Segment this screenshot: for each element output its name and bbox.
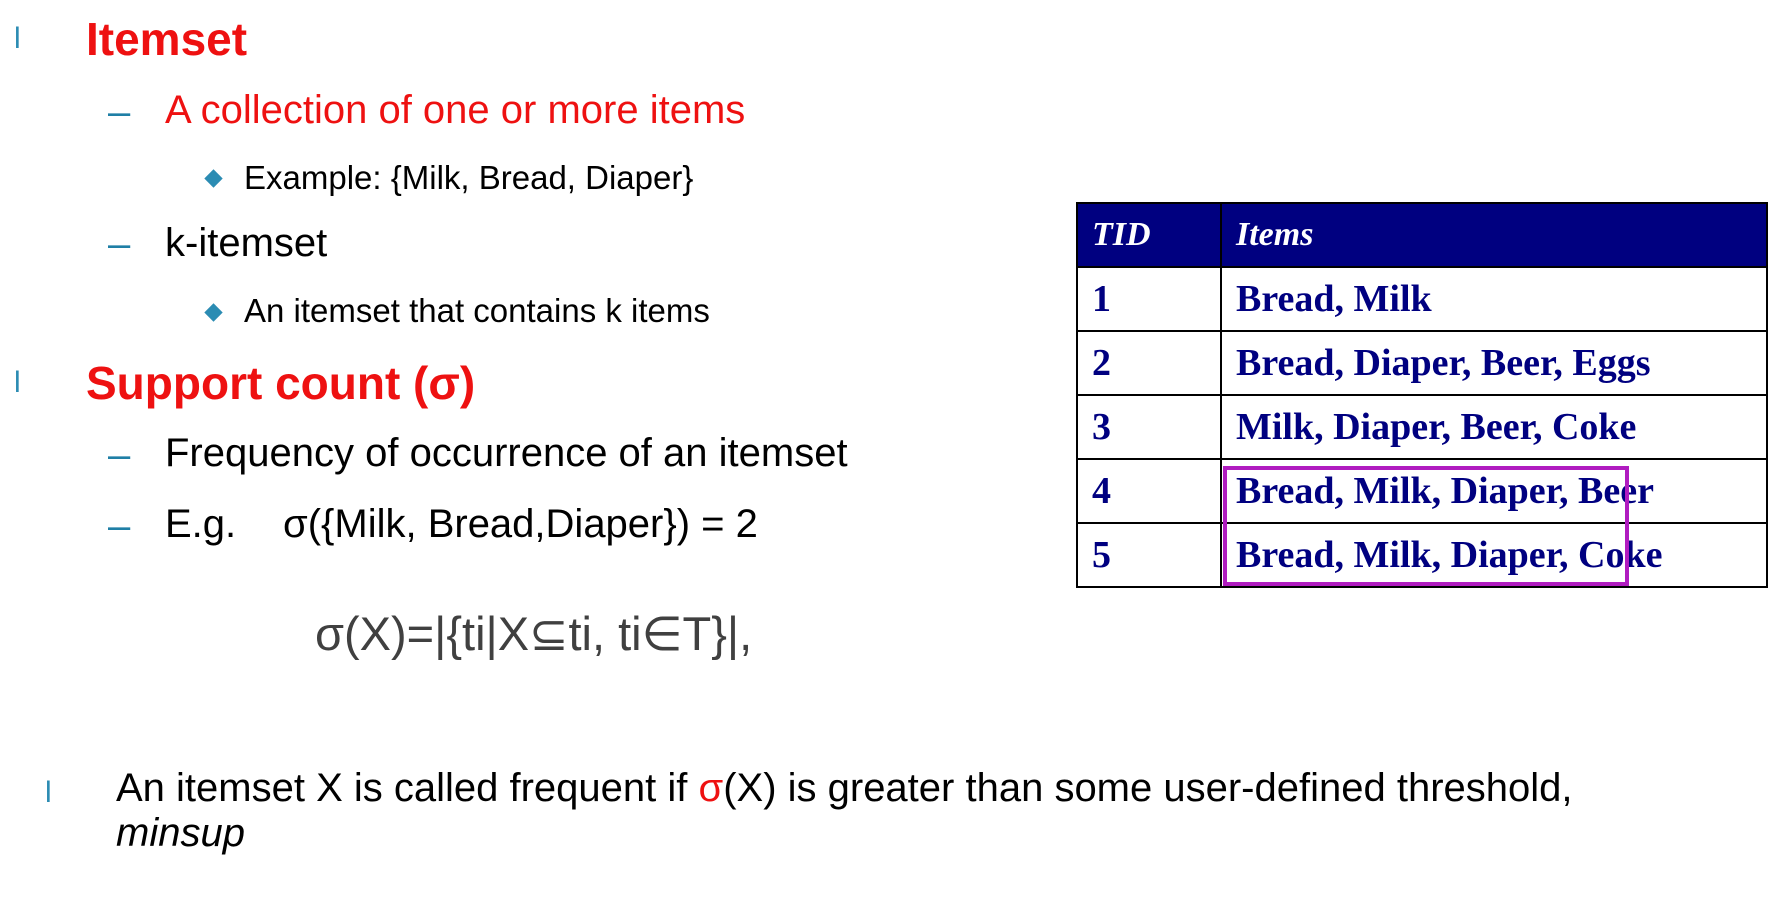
tid-cell: 4 — [1076, 458, 1222, 524]
items-cell: Bread, Milk — [1220, 266, 1768, 332]
items-cell: Milk, Diaper, Beer, Coke — [1220, 394, 1768, 460]
items-cell: Bread, Milk, Diaper, Coke — [1220, 522, 1768, 588]
bullet-marker: l — [14, 22, 21, 55]
diamond-bullet-icon — [204, 169, 223, 188]
k-itemset-label: k-itemset — [165, 221, 328, 265]
tid-cell: 3 — [1076, 394, 1222, 460]
column-header-tid: TID — [1076, 202, 1222, 268]
minsup-term: minsup — [116, 811, 245, 855]
dash-marker: – — [108, 90, 131, 134]
tid-cell: 2 — [1076, 330, 1222, 396]
k-itemset-detail: An itemset that contains k items — [244, 292, 710, 329]
itemset-heading: Itemset — [86, 13, 248, 65]
frequent-itemset-note: An itemset X is called frequent if σ(X) … — [116, 766, 1766, 856]
note-text-end: (X) is greater than some user-defined th… — [723, 766, 1573, 810]
dash-marker: – — [108, 433, 131, 477]
dash-marker: – — [108, 504, 131, 548]
table-header-row: TID Items — [1076, 202, 1768, 268]
diamond-bullet-icon — [204, 303, 223, 322]
bullet-marker: l — [14, 366, 21, 399]
note-text-start: An itemset X is called frequent if — [116, 766, 699, 810]
support-example-expression: σ({Milk, Bread,Diaper}) = 2 — [283, 502, 758, 546]
support-definition: Frequency of occurrence of an itemset — [165, 431, 848, 475]
table-row: 4 Bread, Milk, Diaper, Beer — [1076, 458, 1768, 524]
bullet-marker: l — [45, 776, 52, 809]
itemset-example: Example: {Milk, Bread, Diaper} — [244, 159, 694, 196]
transactions-table: TID Items 1 Bread, Milk 2 Bread, Diaper,… — [1076, 202, 1768, 588]
table-row: 1 Bread, Milk — [1076, 266, 1768, 332]
table-row: 2 Bread, Diaper, Beer, Eggs — [1076, 330, 1768, 396]
itemset-definition: A collection of one or more items — [165, 88, 746, 132]
column-header-items: Items — [1220, 202, 1768, 268]
support-example-prefix: E.g. — [165, 502, 237, 546]
support-count-heading: Support count (σ) — [86, 357, 476, 409]
table-row: 5 Bread, Milk, Diaper, Coke — [1076, 522, 1768, 588]
tid-cell: 1 — [1076, 266, 1222, 332]
support-formula: σ(X)=|{ti|X⊆ti, ti∈T}|, — [315, 607, 753, 660]
tid-cell: 5 — [1076, 522, 1222, 588]
table-row: 3 Milk, Diaper, Beer, Coke — [1076, 394, 1768, 460]
dash-marker: – — [108, 222, 131, 266]
note-sigma-symbol: σ — [698, 766, 724, 810]
items-cell: Bread, Milk, Diaper, Beer — [1220, 458, 1768, 524]
items-cell: Bread, Diaper, Beer, Eggs — [1220, 330, 1768, 396]
